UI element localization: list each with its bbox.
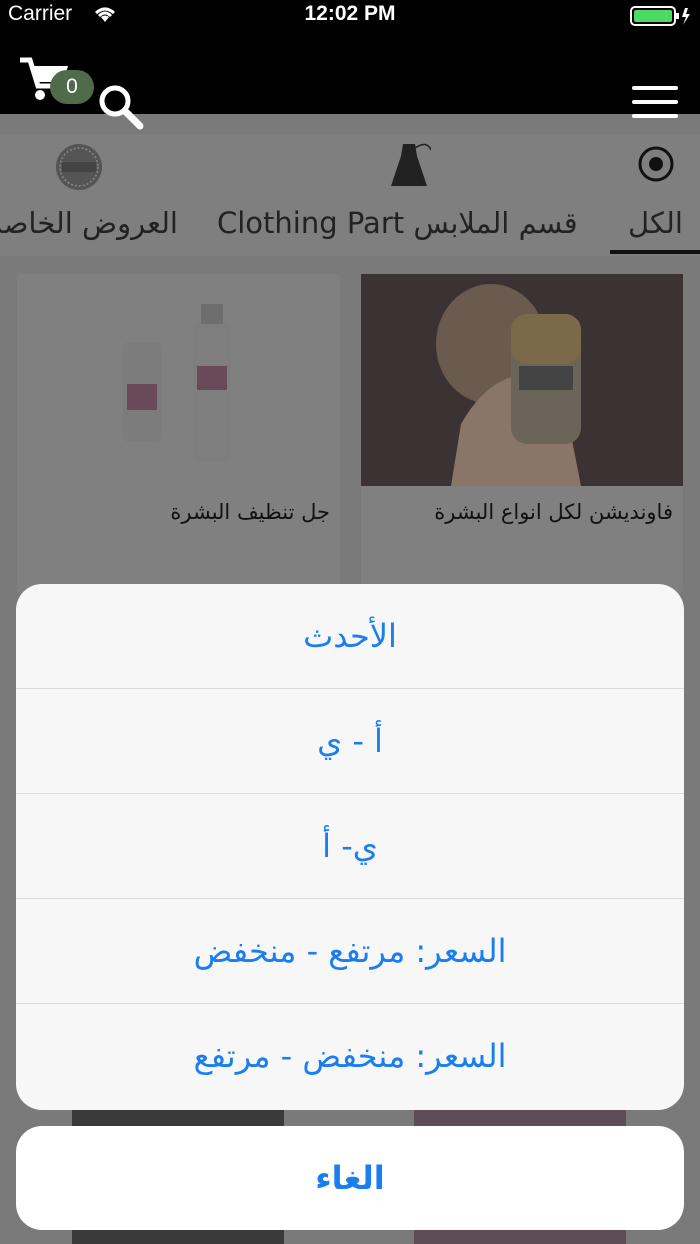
nav-bar: 0 bbox=[0, 30, 700, 130]
product-image bbox=[17, 274, 340, 486]
sort-option-a-z[interactable]: أ - ي bbox=[16, 689, 684, 794]
status-bar: Carrier 12:02 PM bbox=[0, 0, 700, 30]
tab-clothing-label: Clothing Part قسم الملابس bbox=[217, 206, 578, 240]
sort-option-z-a[interactable]: ي- أ bbox=[16, 794, 684, 899]
product-card[interactable]: فاونديشن لكل انواع البشرة bbox=[361, 274, 683, 594]
sort-action-sheet: الأحدث أ - ي ي- أ السعر: مرتفع - منخفض ا… bbox=[16, 584, 684, 1110]
target-icon bbox=[636, 144, 676, 188]
product-card[interactable]: جل تنظيف البشرة bbox=[17, 274, 340, 594]
battery-icon bbox=[630, 5, 692, 31]
cancel-button[interactable]: الغاء bbox=[16, 1126, 684, 1230]
tab-all-label: الكل bbox=[628, 206, 683, 240]
search-icon[interactable] bbox=[96, 82, 146, 136]
tab-clothing[interactable]: Clothing Part قسم الملابس bbox=[205, 134, 600, 256]
tab-all[interactable]: الكل bbox=[610, 134, 700, 256]
dress-icon bbox=[387, 140, 432, 196]
sort-option-price-high-low[interactable]: السعر: مرتفع - منخفض bbox=[16, 899, 684, 1004]
menu-icon[interactable] bbox=[632, 86, 678, 120]
category-tabs: الكل Clothing Part قسم الملابس العروض ال… bbox=[0, 134, 700, 256]
product-title: جل تنظيف البشرة bbox=[170, 500, 330, 524]
product-image bbox=[361, 274, 683, 486]
product-title: فاونديشن لكل انواع البشرة bbox=[434, 500, 673, 524]
tab-special-offers-label: العروض الخاصة bbox=[0, 206, 178, 240]
clock-label: 12:02 PM bbox=[304, 2, 396, 25]
special-offer-icon bbox=[54, 142, 104, 196]
sort-option-newest[interactable]: الأحدث bbox=[16, 584, 684, 689]
tab-special-offers[interactable]: العروض الخاصة bbox=[0, 134, 190, 256]
cart-count-badge: 0 bbox=[50, 70, 94, 104]
active-tab-indicator bbox=[610, 250, 700, 254]
sort-option-price-low-high[interactable]: السعر: منخفض - مرتفع bbox=[16, 1004, 684, 1108]
